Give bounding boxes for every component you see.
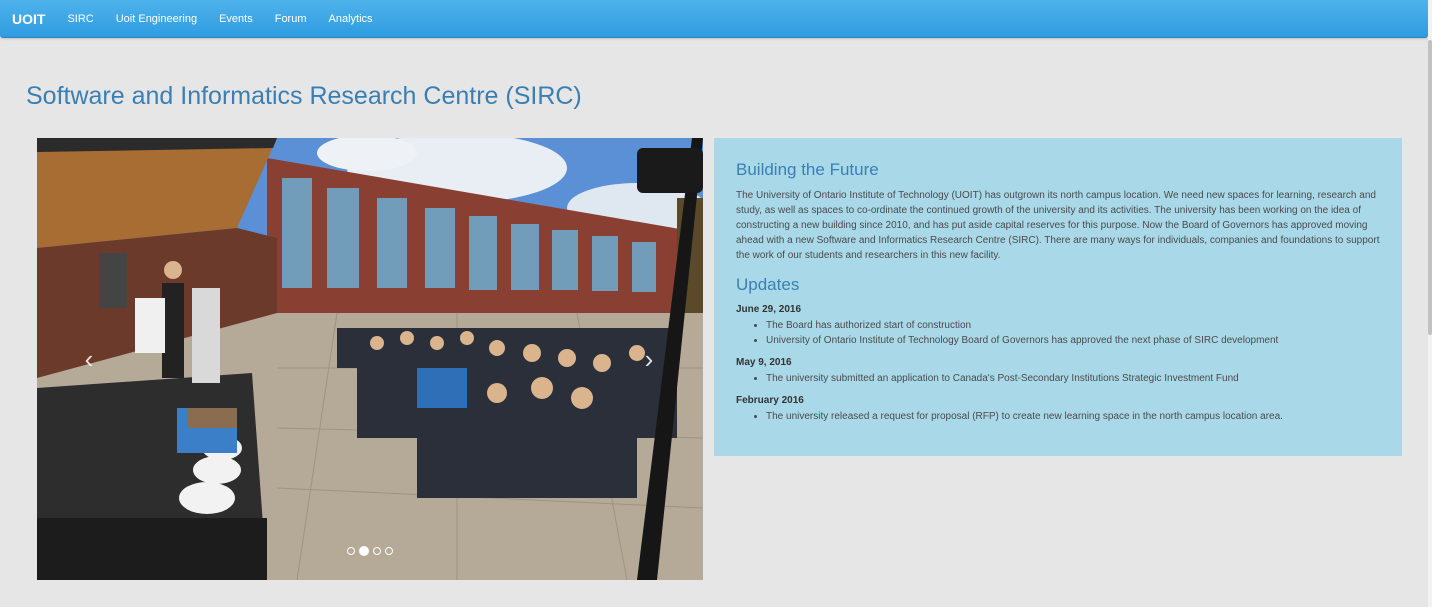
update-date: February 2016	[736, 395, 804, 406]
nav-link-forum[interactable]: Forum	[275, 13, 307, 25]
update-group: February 2016 The university released a …	[736, 394, 1380, 424]
carousel-indicators	[37, 546, 703, 556]
chevron-left-icon: ‹	[84, 344, 94, 374]
info-panel: Building the Future The University of On…	[714, 138, 1402, 456]
carousel-indicator-3[interactable]	[373, 547, 381, 555]
update-date: June 29, 2016	[736, 304, 802, 315]
nav-link-uoit-engineering[interactable]: Uoit Engineering	[116, 13, 197, 25]
update-list: The university released a request for pr…	[736, 409, 1380, 424]
groundbreaking-ceremony-photo	[37, 138, 703, 580]
updates-heading: Updates	[736, 275, 800, 294]
carousel-prev-button[interactable]: ‹	[77, 343, 101, 375]
update-item: The university submitted an application …	[766, 371, 1380, 386]
update-group: June 29, 2016 The Board has authorized s…	[736, 303, 1380, 348]
page-title: Software and Informatics Research Centre…	[26, 82, 582, 110]
update-list: The university submitted an application …	[736, 371, 1380, 386]
carousel-next-button[interactable]: ›	[637, 343, 661, 375]
update-item: The university released a request for pr…	[766, 409, 1380, 424]
nav-link-sirc[interactable]: SIRC	[67, 13, 93, 25]
nav-link-events[interactable]: Events	[219, 13, 253, 25]
nav-link-analytics[interactable]: Analytics	[329, 13, 373, 25]
carousel-indicator-2[interactable]	[359, 546, 369, 556]
carousel-indicator-1[interactable]	[347, 547, 355, 555]
top-navbar: UOIT SIRC Uoit Engineering Events Forum …	[0, 0, 1428, 38]
image-carousel: ‹ ›	[37, 138, 703, 580]
update-item: University of Ontario Institute of Techn…	[766, 333, 1380, 348]
update-item: The Board has authorized start of constr…	[766, 318, 1380, 333]
brand-link[interactable]: UOIT	[12, 11, 45, 27]
chevron-right-icon: ›	[644, 344, 654, 374]
intro-paragraph: The University of Ontario Institute of T…	[736, 190, 1380, 261]
update-group: May 9, 2016 The university submitted an …	[736, 356, 1380, 386]
building-future-heading: Building the Future	[736, 160, 879, 179]
update-date: May 9, 2016	[736, 357, 792, 368]
carousel-indicator-4[interactable]	[385, 547, 393, 555]
update-list: The Board has authorized start of constr…	[736, 318, 1380, 348]
page-scrollbar-thumb[interactable]	[1428, 40, 1432, 335]
